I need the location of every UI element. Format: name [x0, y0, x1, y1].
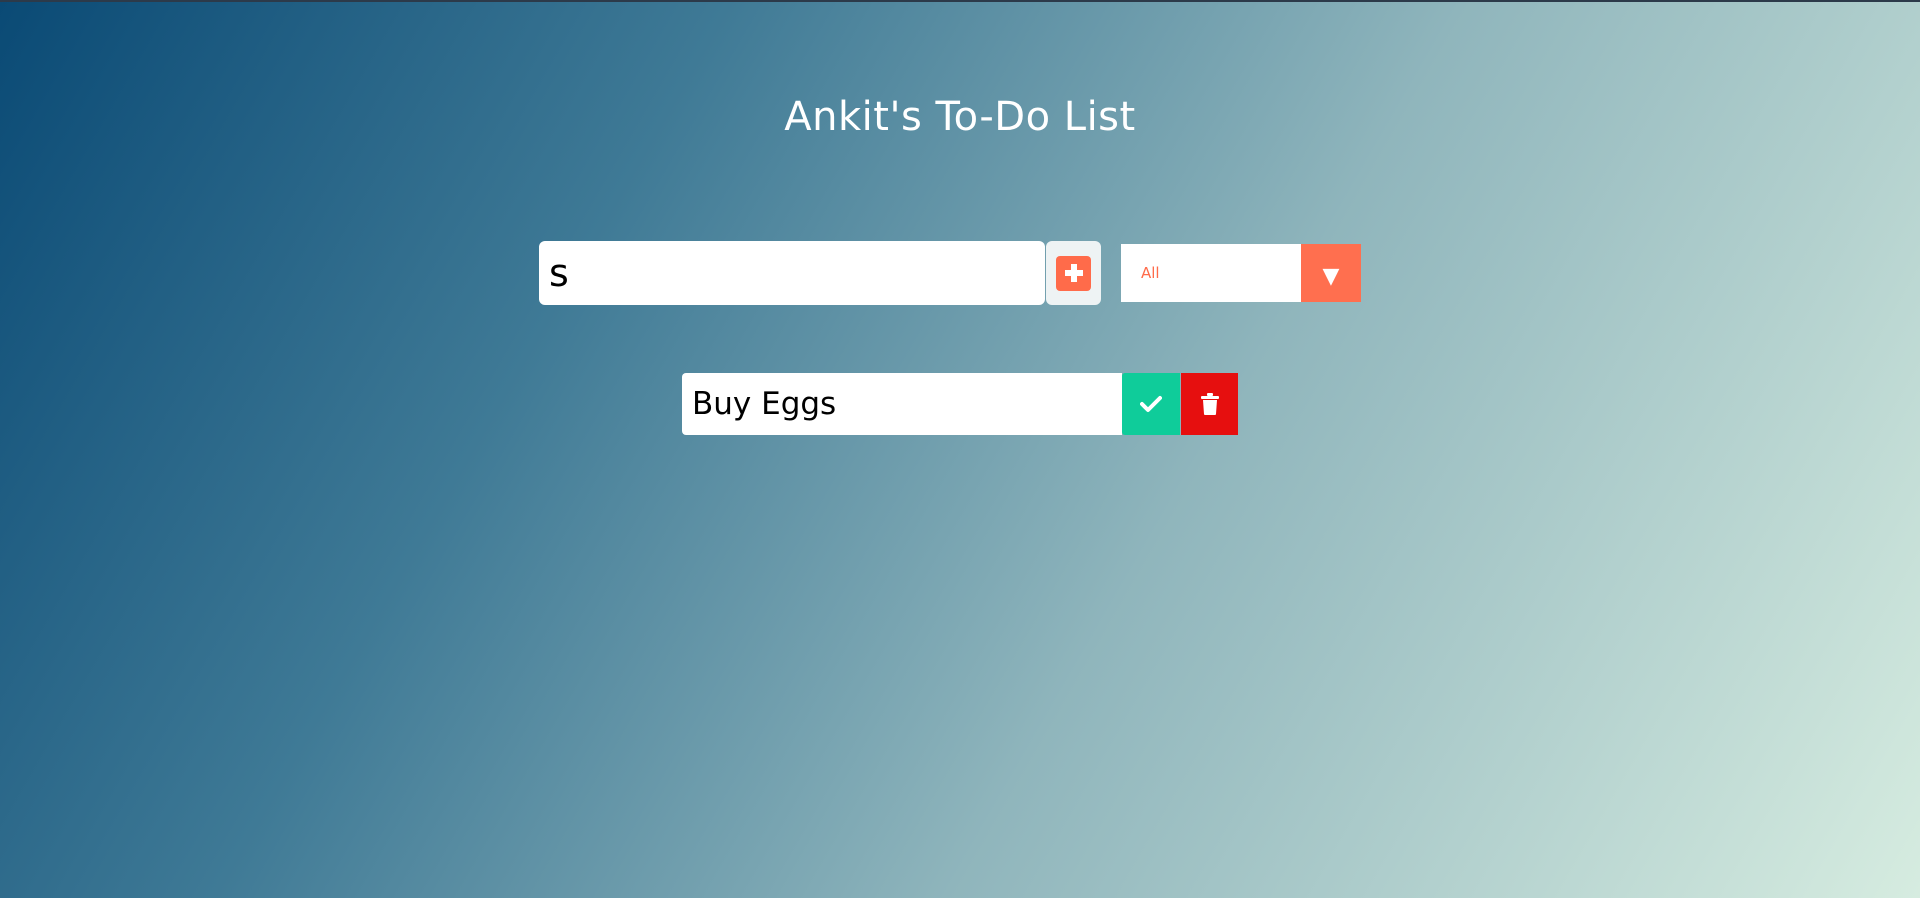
- page-title: Ankit's To-Do List: [784, 93, 1136, 140]
- todo-input-value: s: [549, 251, 569, 295]
- complete-button[interactable]: [1122, 373, 1180, 435]
- todo-input[interactable]: s: [539, 241, 1045, 305]
- chevron-down-icon[interactable]: ▼: [1301, 244, 1361, 302]
- todo-item-text: Buy Eggs: [682, 373, 1122, 435]
- filter-select[interactable]: All ▼: [1121, 244, 1361, 302]
- delete-button[interactable]: [1181, 373, 1238, 435]
- check-icon: [1140, 396, 1162, 412]
- add-todo-button[interactable]: [1046, 241, 1101, 305]
- filter-selected-value: All: [1141, 264, 1160, 282]
- trash-icon: [1200, 393, 1219, 415]
- plus-square-icon: [1056, 255, 1091, 291]
- todo-item: Buy Eggs: [682, 373, 1238, 435]
